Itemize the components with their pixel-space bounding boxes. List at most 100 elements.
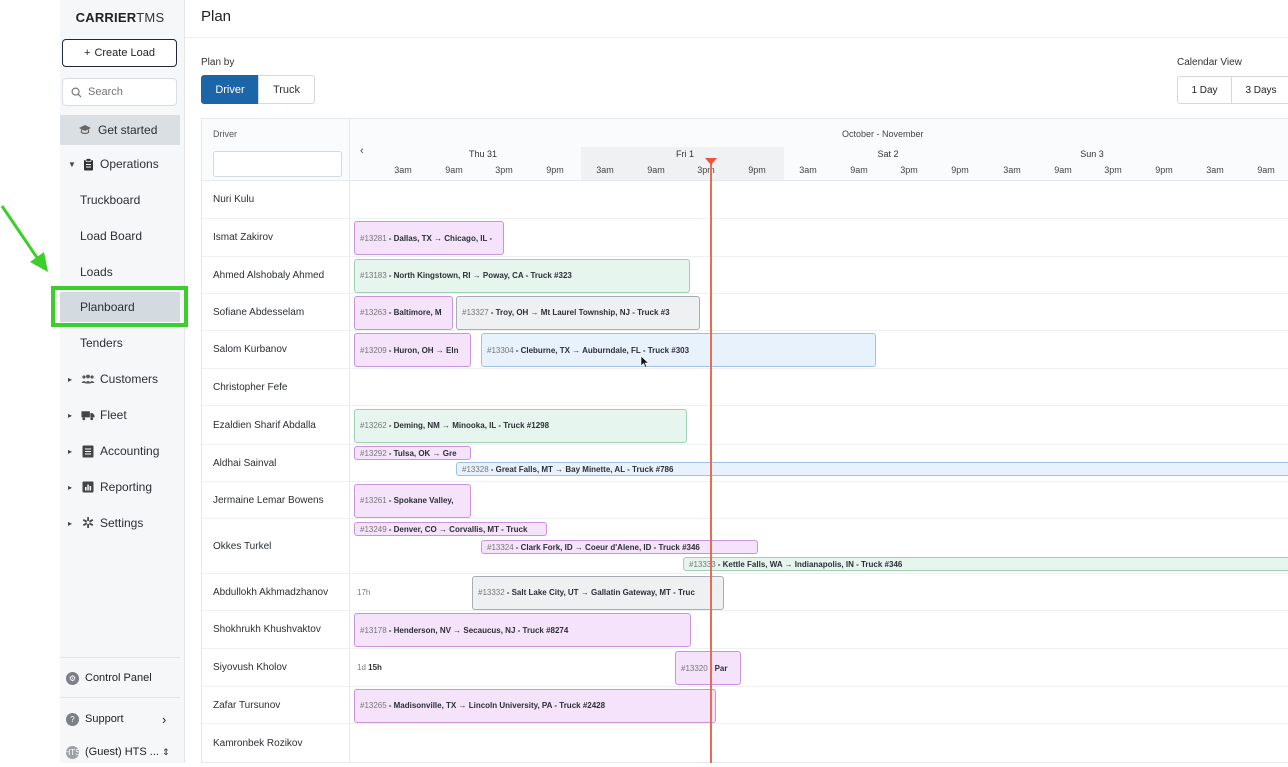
load-bar[interactable]: #13178- Henderson, NV → Secaucus, NJ - T… — [354, 613, 691, 647]
avatar: HTS — [64, 745, 81, 759]
load-bar[interactable]: #13328- Great Falls, MT → Bay Minette, A… — [456, 462, 1288, 476]
hour-label: 9am — [1054, 165, 1072, 175]
support-menu[interactable]: ? Support › — [60, 704, 180, 734]
nav-group-customers[interactable]: ▸ Customers — [60, 364, 180, 394]
driver-name[interactable]: Ismat Zakirov — [213, 232, 273, 243]
load-bar[interactable]: #13320- Par — [675, 651, 741, 685]
load-bar[interactable]: #13332- Salt Lake City, UT → Gallatin Ga… — [472, 575, 724, 610]
plan-by-truck-toggle[interactable]: Truck — [258, 75, 315, 104]
ledger-icon — [81, 444, 95, 458]
load-route: - Denver, CO → Corvallis, MT - Truck — [388, 524, 528, 534]
hour-label: 3pm — [900, 165, 918, 175]
driver-name[interactable]: Salom Kurbanov — [213, 344, 287, 355]
chevron-right-icon: › — [162, 711, 167, 727]
driver-name[interactable]: Ezaldien Sharif Abdalla — [213, 420, 316, 431]
driver-name[interactable]: Okkes Turkel — [213, 541, 271, 552]
driver-filter-input[interactable] — [213, 151, 342, 177]
load-bar[interactable]: #13292- Tulsa, OK → Gre — [354, 446, 471, 460]
view-1-day-button[interactable]: 1 Day — [1177, 76, 1232, 104]
caret-right-icon: ▸ — [68, 374, 73, 384]
load-id: #13281 — [360, 233, 387, 243]
plus-icon: + — [84, 47, 91, 59]
load-bar[interactable]: #13263- Baltimore, M — [354, 295, 453, 330]
nav-group-label: Fleet — [100, 408, 127, 422]
nav-get-started[interactable]: Get started — [60, 115, 180, 145]
chevron-left-icon[interactable]: ‹ — [360, 145, 364, 157]
load-bar[interactable]: #13304- Cleburne, TX → Auburndale, FL - … — [481, 333, 876, 367]
control-panel-link[interactable]: ⚙ Control Panel — [60, 663, 180, 693]
load-bar[interactable]: #13281- Dallas, TX → Chicago, IL - — [354, 221, 504, 255]
hour-label: 9am — [445, 165, 463, 175]
app-logo[interactable]: CARRIERTMS — [60, 10, 180, 25]
load-bar[interactable]: #13324- Clark Fork, ID → Coeur d'Alene, … — [481, 540, 758, 554]
nav-item-truckboard[interactable]: Truckboard — [60, 185, 180, 215]
nav-group-reporting[interactable]: ▸ Reporting — [60, 472, 180, 502]
header-divider — [186, 37, 1288, 38]
load-route: - Dallas, TX → Chicago, IL - — [388, 233, 493, 243]
load-bar[interactable]: #13265- Madisonville, TX → Lincoln Unive… — [354, 688, 716, 723]
nav-group-fleet[interactable]: ▸ Fleet — [60, 400, 180, 430]
driver-name[interactable]: Shokhrukh Khushvaktov — [213, 624, 321, 635]
load-bar[interactable]: #13327- Troy, OH → Mt Laurel Township, N… — [456, 295, 700, 330]
driver-name[interactable]: Jermaine Lemar Bowens — [213, 495, 324, 506]
driver-row: Aldhai Sainval #13292- Tulsa, OK → Gre #13… — [202, 445, 1288, 482]
date-range-label: October - November — [842, 129, 924, 139]
nav-group-label: Settings — [100, 516, 144, 530]
hour-label: 3am — [596, 165, 614, 175]
load-route: - North Kingstown, RI → Poway, CA - Truc… — [388, 271, 572, 280]
load-route: - Huron, OH → Eln — [388, 345, 459, 355]
load-route: - Great Falls, MT → Bay Minette, AL - Tr… — [490, 464, 674, 474]
search-icon — [71, 87, 82, 98]
load-id: #13263 — [360, 308, 387, 317]
hour-label: 3am — [1003, 165, 1021, 175]
nav-item-tenders[interactable]: Tenders — [60, 328, 180, 358]
hour-label: 9am — [1257, 165, 1275, 175]
load-bar[interactable]: #13262- Deming, NM → Minooka, IL - Truck… — [354, 408, 687, 443]
driver-name[interactable]: Christopher Fefe — [213, 382, 287, 393]
gear-icon: ✲ — [81, 515, 95, 532]
create-load-label: Create Load — [94, 47, 155, 59]
load-id: #13262 — [360, 421, 387, 430]
calendar-view-label: Calendar View — [1177, 57, 1242, 68]
load-route: - Kettle Falls, WA → Indianapolis, IN - … — [717, 559, 903, 569]
driver-name[interactable]: Abdullokh Akhmadzhanov — [213, 587, 328, 598]
load-bar[interactable]: #13249- Denver, CO → Corvallis, MT - Tru… — [354, 522, 547, 536]
driver-row: Christopher Fefe — [202, 369, 1288, 406]
hour-label: 3am — [799, 165, 817, 175]
load-bar[interactable]: #13183- North Kingstown, RI → Poway, CA … — [354, 258, 690, 293]
driver-name[interactable]: Ahmed Alshobaly Ahmed — [213, 270, 324, 281]
load-id: #13332 — [478, 588, 505, 597]
nav-item-label: Loads — [80, 265, 113, 279]
load-bar[interactable]: #13261- Spokane Valley, — [354, 483, 471, 518]
nav-group-settings[interactable]: ▸ ✲ Settings — [60, 508, 180, 538]
nav-item-label: Truckboard — [80, 193, 141, 207]
driver-name[interactable]: Kamronbek Rozikov — [213, 738, 302, 749]
nav-group-accounting[interactable]: ▸ Accounting — [60, 436, 180, 466]
driver-name[interactable]: Aldhai Sainval — [213, 458, 276, 469]
hour-label: 9pm — [951, 165, 969, 175]
driver-name[interactable]: Sofiane Abdesselam — [213, 307, 304, 318]
day-label: Sun 3 — [1080, 149, 1104, 159]
create-load-button[interactable]: + Create Load — [62, 39, 177, 67]
view-3-days-button[interactable]: 3 Days — [1231, 76, 1288, 104]
plan-by-driver-toggle[interactable]: Driver — [201, 75, 259, 104]
day-label: Sat 2 — [877, 149, 899, 159]
planboard-grid: Driver October - November ‹ Thu 31 Fri 1 S… — [201, 118, 1288, 763]
driver-name[interactable]: Nuri Kulu — [213, 194, 254, 205]
search-input[interactable] — [88, 86, 168, 98]
driver-row: Siyovush Kholov 1d 15h #13320- Par — [202, 649, 1288, 687]
nav-item-loads[interactable]: Loads — [60, 257, 180, 287]
search-box[interactable] — [62, 78, 177, 106]
nav-item-load-board[interactable]: Load Board — [60, 221, 180, 251]
driver-row: Sofiane Abdesselam #13263- Baltimore, M #1… — [202, 294, 1288, 331]
driver-name[interactable]: Siyovush Kholov — [213, 662, 287, 673]
control-panel-icon: ⚙ — [66, 671, 79, 685]
hour-label: 3am — [1206, 165, 1224, 175]
idle-gap-label: 1d 15h — [357, 663, 382, 672]
driver-name[interactable]: Zafar Tursunov — [213, 700, 280, 711]
load-id: #13324 — [487, 542, 514, 552]
nav-group-operations[interactable]: ▼ Operations — [60, 149, 180, 179]
bar-chart-icon — [81, 480, 95, 494]
load-bar[interactable]: #13333- Kettle Falls, WA → Indianapolis,… — [683, 557, 1288, 571]
load-bar[interactable]: #13209- Huron, OH → Eln — [354, 333, 471, 367]
